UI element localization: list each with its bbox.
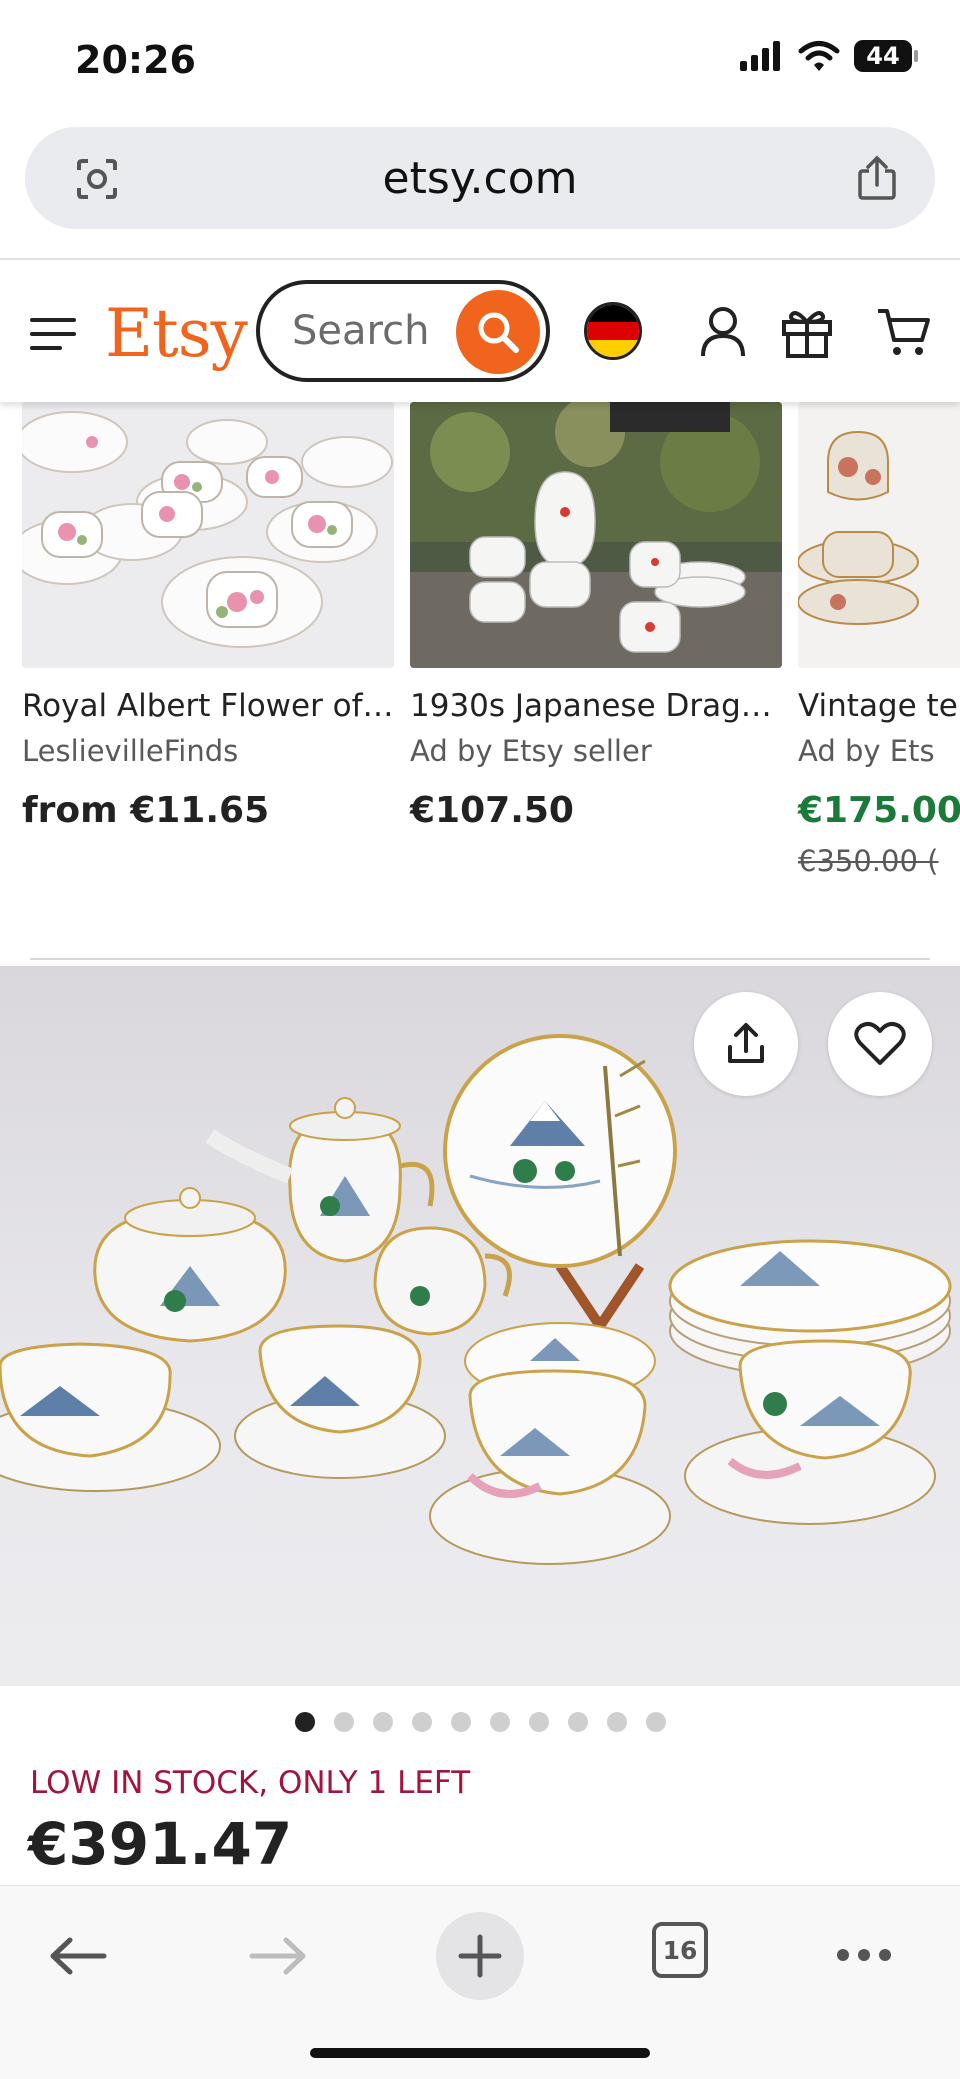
pagination-dot[interactable] <box>411 1712 432 1732</box>
heart-icon <box>854 1021 906 1065</box>
new-tab-button[interactable] <box>436 1912 524 2000</box>
site-header: Etsy Search <box>0 262 960 402</box>
share-icon <box>728 1023 764 1063</box>
product-sale-price: €175.00 <box>798 790 960 831</box>
tea-set-outdoor-photo <box>410 402 782 668</box>
tea-set-main-photo <box>0 1034 952 1565</box>
recommendations-carousel[interactable]: Royal Albert Flower of… LeslievilleFinds… <box>0 402 960 902</box>
pagination-dot[interactable] <box>645 1712 666 1732</box>
etsy-logo[interactable]: Etsy <box>105 295 248 372</box>
product-price: from €11.65 <box>22 790 270 831</box>
teacups-photo <box>22 402 394 668</box>
back-arrow-icon[interactable] <box>48 1936 108 1976</box>
product-original-price: €350.00 ( <box>798 844 939 878</box>
product-card[interactable]: 1930s Japanese Drag… Ad by Etsy seller €… <box>410 402 782 831</box>
pagination-dot[interactable] <box>372 1712 393 1732</box>
product-title[interactable]: Vintage te <box>798 688 958 724</box>
stock-notice: LOW IN STOCK, ONLY 1 LEFT <box>30 1765 471 1801</box>
divider <box>0 258 960 260</box>
product-image[interactable] <box>798 402 960 668</box>
section-divider <box>30 958 930 960</box>
account-icon[interactable] <box>700 306 746 358</box>
url-text[interactable]: etsy.com <box>383 153 578 204</box>
product-seller: Ad by Ets <box>798 734 935 768</box>
page-scan-icon[interactable] <box>75 158 119 200</box>
product-seller: Ad by Etsy seller <box>410 734 652 768</box>
share-icon[interactable] <box>855 155 899 201</box>
status-time: 20:26 <box>75 38 196 82</box>
cart-icon[interactable] <box>876 306 932 358</box>
status-bar: 20:26 44 <box>0 0 960 120</box>
listing-price: €391.47 <box>28 1810 293 1878</box>
home-indicator <box>310 2048 650 2058</box>
product-card[interactable]: Vintage te Ad by Ets €175.00 €350.00 ( <box>798 402 960 878</box>
pagination-dot[interactable] <box>528 1712 549 1732</box>
product-price: €107.50 <box>410 790 574 831</box>
pagination-dot[interactable] <box>450 1712 471 1732</box>
search-icon <box>478 312 519 353</box>
product-card[interactable]: Royal Albert Flower of… LeslievilleFinds… <box>22 402 394 831</box>
product-seller: LeslievilleFinds <box>22 734 239 768</box>
battery-indicator: 44 <box>854 40 918 72</box>
product-image[interactable] <box>410 402 782 668</box>
more-options-icon[interactable] <box>836 1948 892 1962</box>
listing-image-gallery[interactable] <box>0 966 960 1686</box>
status-icons: 44 <box>740 40 918 72</box>
pagination-dot[interactable] <box>567 1712 588 1732</box>
tab-switcher-button[interactable]: 16 <box>652 1922 708 1978</box>
search-button[interactable] <box>456 290 540 374</box>
pagination-dot[interactable] <box>333 1712 354 1732</box>
share-listing-button[interactable] <box>694 992 798 1096</box>
pagination-dot[interactable] <box>489 1712 510 1732</box>
product-title[interactable]: Royal Albert Flower of… <box>22 688 394 724</box>
product-title[interactable]: 1930s Japanese Drag… <box>410 688 772 724</box>
gift-icon[interactable] <box>781 306 833 358</box>
satsuma-tea-set-photo <box>798 402 960 668</box>
pagination-dot[interactable] <box>294 1712 315 1732</box>
forward-arrow-icon[interactable] <box>248 1936 308 1976</box>
favorite-button[interactable] <box>828 992 932 1096</box>
wifi-icon <box>798 41 840 71</box>
signal-icon <box>740 41 780 71</box>
address-bar[interactable]: etsy.com <box>25 127 935 229</box>
pagination-dot[interactable] <box>606 1712 627 1732</box>
search-placeholder: Search <box>292 308 430 354</box>
menu-icon[interactable] <box>30 316 78 352</box>
search-input[interactable]: Search <box>256 280 550 382</box>
germany-flag-icon[interactable] <box>584 302 642 360</box>
image-pagination-dots[interactable] <box>0 1712 960 1732</box>
plus-icon <box>458 1934 502 1978</box>
product-image[interactable] <box>22 402 394 668</box>
